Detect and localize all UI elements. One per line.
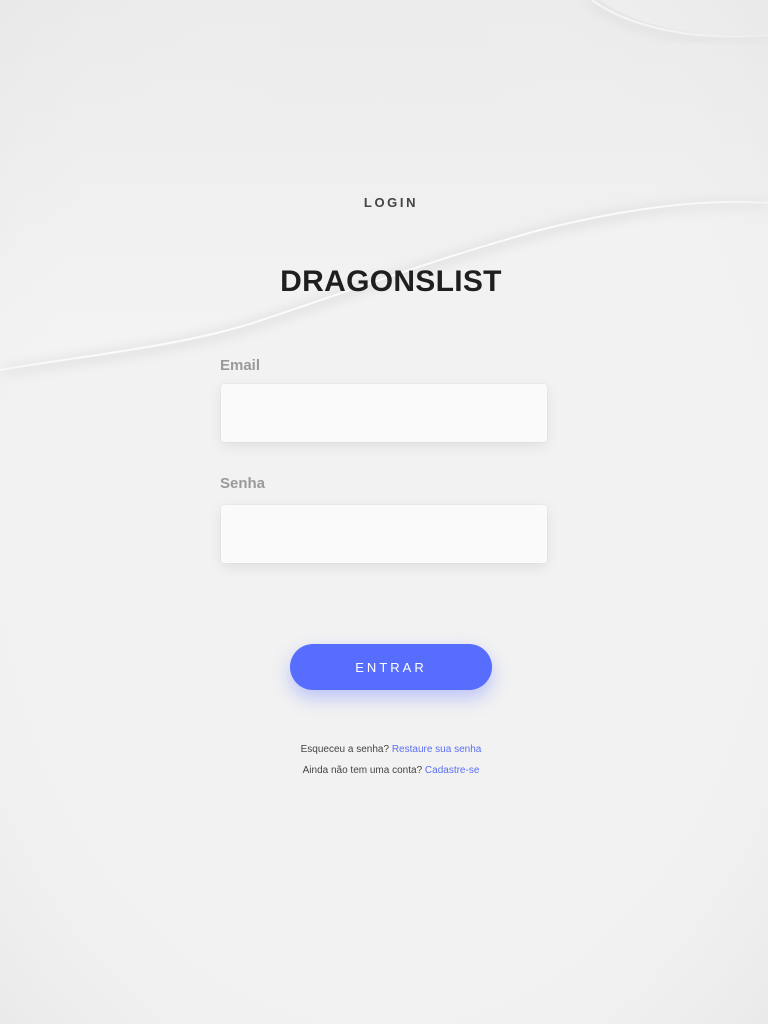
signup-link[interactable]: Cadastre-se (425, 765, 479, 776)
signup-line: Ainda não tem uma conta? Cadastre-se (0, 765, 768, 776)
email-label: Email (220, 357, 261, 374)
password-field[interactable] (221, 505, 547, 563)
restore-password-link[interactable]: Restaure sua senha (392, 744, 482, 755)
signup-text: Ainda não tem uma conta? (302, 765, 423, 776)
login-screen: LOGIN DRAGONSLIST Email Senha ENTRAR Esq… (0, 0, 768, 1024)
brand-title: DRAGONSLIST (280, 265, 502, 298)
login-button[interactable]: ENTRAR (290, 644, 492, 690)
forgot-password-text: Esqueceu a senha? (300, 744, 390, 755)
email-field[interactable] (221, 384, 547, 442)
forgot-password-line: Esqueceu a senha? Restaure sua senha (0, 744, 768, 755)
password-label: Senha (220, 475, 266, 492)
page-eyebrow: LOGIN (363, 195, 419, 210)
